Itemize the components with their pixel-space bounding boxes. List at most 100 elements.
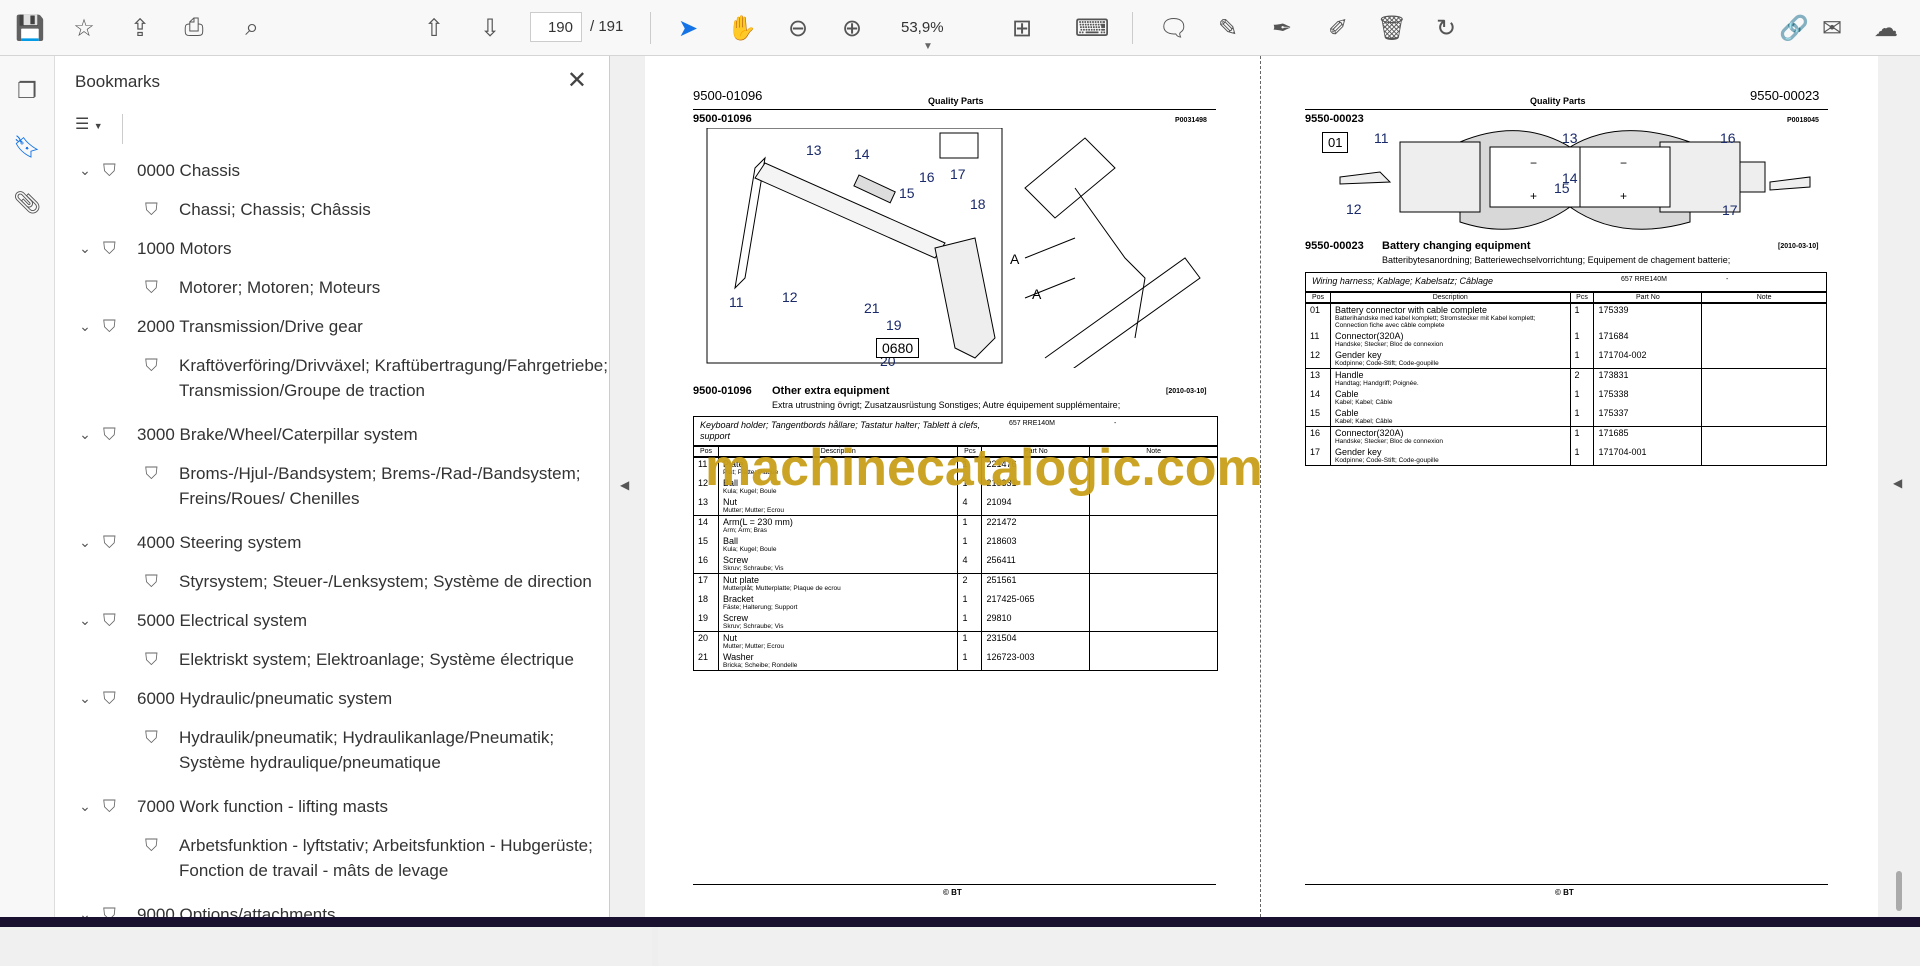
- scrollbar-thumb[interactable]: [1896, 871, 1902, 911]
- bookmark-item[interactable]: ⌄ ⛉ 6000 Hydraulic/pneumatic system: [75, 686, 587, 711]
- bookmark-item[interactable]: ⌄ ⛉ 3000 Brake/Wheel/Caterpillar system: [75, 422, 587, 447]
- description: Nut plate Mutterplåt; Mutterplatte; Plaqu…: [717, 573, 959, 593]
- callout: 12: [782, 289, 798, 305]
- callout: 11: [1374, 130, 1389, 146]
- upload-cloud-icon[interactable]: ⇪: [124, 12, 156, 44]
- bookmark-item[interactable]: ⌄ ⛉ 5000 Electrical system: [75, 608, 587, 633]
- highlight-pen-icon[interactable]: ✎: [1212, 12, 1244, 44]
- zoom-value: 53,9%: [901, 19, 944, 36]
- zoom-out-icon[interactable]: ⊖: [782, 12, 814, 44]
- pages-thumbnails-icon[interactable]: ❐: [10, 74, 44, 108]
- desc-main: Connector(320A): [1334, 331, 1404, 341]
- rotate-icon[interactable]: ↻: [1430, 12, 1462, 44]
- part-no: 171704-002: [1593, 349, 1703, 369]
- star-icon[interactable]: ☆: [68, 12, 100, 44]
- bookmark-flag-icon: ⛉: [103, 161, 116, 180]
- description: Washer Bricka; Scheibe; Rondelle: [717, 651, 959, 671]
- attachment-icon[interactable]: 📎︎: [10, 186, 44, 220]
- bookmark-item[interactable]: ⌄ ⛉ 2000 Transmission/Drive gear: [75, 314, 587, 339]
- bookmark-item[interactable]: ⛉ Motorer; Motoren; Moteurs: [145, 275, 619, 300]
- bookmark-options-button[interactable]: ☰ ▼: [75, 114, 123, 144]
- part-no: 175337: [1593, 407, 1703, 427]
- search-zoom-icon[interactable]: ⌕: [236, 12, 268, 44]
- chevron-down-icon[interactable]: ⌄: [75, 422, 95, 447]
- part-no: 29810: [981, 612, 1091, 632]
- note: [1701, 446, 1827, 466]
- hand-tool-icon[interactable]: ✋: [726, 12, 758, 44]
- bookmark-label: 1000 Motors: [137, 239, 232, 258]
- bookmark-item[interactable]: ⛉ Kraftöverföring/Drivväxel; Kraftübertra…: [145, 353, 619, 403]
- select-cursor-icon[interactable]: ➤: [672, 12, 704, 44]
- next-page-icon[interactable]: ⇩: [474, 12, 506, 44]
- desc-translations: Handtag; Handgriff; Poignée.: [1334, 380, 1419, 387]
- rule: [693, 109, 1216, 110]
- description: Nut Mutter; Mutter; Ecrou: [717, 496, 959, 516]
- bookmark-item[interactable]: ⛉ Styrsystem; Steuer-/Lenksystem; Système…: [145, 569, 619, 594]
- previous-page-icon[interactable]: ⇧: [418, 12, 450, 44]
- bookmark-item[interactable]: ⛉ Elektriskt system; Elektroanlage; Systè…: [145, 647, 619, 672]
- pcs: 4: [957, 554, 983, 574]
- desc-translations: Handske; Stecker; Bloc de connexion: [1334, 341, 1444, 348]
- description: Connector(320A) Handske; Stecker; Bloc de…: [1329, 426, 1571, 446]
- bookmark-label: 2000 Transmission/Drive gear: [137, 317, 363, 336]
- pcs: 1: [1569, 388, 1595, 407]
- table-row: 19 Screw Skruv; Schraube; Vis 1 29810: [693, 612, 1218, 632]
- chevron-down-icon: ▼: [923, 41, 933, 52]
- chevron-down-icon[interactable]: ⌄: [75, 158, 95, 183]
- delete-icon[interactable]: 🗑: [1376, 12, 1408, 44]
- bookmark-item[interactable]: ⛉ Broms-/Hjul-/Bandsystem; Brems-/Rad-/Ba…: [145, 461, 619, 511]
- collapse-panel-icon[interactable]: ◀: [620, 478, 629, 492]
- table-row: 14 Arm(L = 230 mm) Arm; Arm; Bras 1 22147…: [693, 515, 1218, 535]
- share-link-icon[interactable]: 🔗: [1778, 12, 1810, 44]
- bookmark-item[interactable]: ⌄ ⛉ 1000 Motors: [75, 236, 587, 261]
- header-title: Quality Parts: [928, 96, 984, 106]
- comment-icon[interactable]: 🗨: [1158, 12, 1190, 44]
- chevron-down-icon[interactable]: ⌄: [75, 236, 95, 261]
- desc-translations: Mutter; Mutter; Ecrou: [722, 507, 785, 514]
- close-icon[interactable]: ✕: [567, 66, 587, 95]
- bookmark-item[interactable]: ⛉ Chassi; Chassis; Châssis: [145, 197, 619, 222]
- bookmark-item[interactable]: ⌄ ⛉ 4000 Steering system: [75, 530, 587, 555]
- bookmark-flag-icon: ⛉: [145, 728, 158, 747]
- save-icon[interactable]: 💾: [14, 12, 46, 44]
- part-no: 221472: [981, 515, 1091, 535]
- page-total: / 191: [590, 18, 624, 35]
- zoom-in-icon[interactable]: ⊕: [836, 12, 868, 44]
- page-number-input[interactable]: 190: [530, 12, 582, 42]
- description: Arm(L = 230 mm) Arm; Arm; Bras: [717, 515, 959, 535]
- chevron-down-icon[interactable]: ⌄: [75, 530, 95, 555]
- part-no: 175338: [1593, 388, 1703, 407]
- edit-document-icon[interactable]: ✐: [1322, 12, 1354, 44]
- part-no: 171684: [1593, 330, 1703, 349]
- sign-icon[interactable]: ✒: [1266, 12, 1298, 44]
- keyboard-icon[interactable]: ⌨: [1075, 12, 1110, 44]
- chevron-down-icon[interactable]: ⌄: [75, 686, 95, 711]
- fit-page-icon[interactable]: ⊞: [1006, 12, 1038, 44]
- desc-main: Screw: [722, 613, 748, 623]
- panel-title: Bookmarks: [75, 72, 161, 91]
- bookmark-item[interactable]: ⛉ Hydraulik/pneumatik; Hydraulikanlage/Pn…: [145, 725, 619, 775]
- pos: 01: [1305, 302, 1331, 330]
- bookmark-icon[interactable]: 🔖︎: [10, 130, 44, 164]
- vertical-scrollbar[interactable]: ◀: [1878, 56, 1920, 917]
- column-header: Part No: [1593, 292, 1703, 304]
- chevron-down-icon[interactable]: ⌄: [75, 608, 95, 633]
- expand-panel-icon[interactable]: ◀: [1893, 476, 1902, 490]
- section-title: Other extra equipment: [772, 385, 890, 397]
- part-no: 218603: [981, 535, 1091, 554]
- cloud-icon[interactable]: ☁: [1870, 12, 1902, 44]
- bookmark-flag-icon: ⛉: [103, 533, 116, 552]
- email-icon[interactable]: ✉: [1816, 12, 1848, 44]
- description: Connector(320A) Handske; Stecker; Bloc de…: [1329, 330, 1571, 349]
- bookmark-item[interactable]: ⛉ Arbetsfunktion - lyftstativ; Arbeitsfun…: [145, 833, 619, 883]
- print-icon[interactable]: ⎙: [178, 12, 210, 44]
- pcs: 1: [1569, 446, 1595, 466]
- pos: 20: [693, 631, 719, 651]
- pcs: 1: [957, 651, 983, 671]
- chevron-down-icon[interactable]: ⌄: [75, 794, 95, 819]
- chevron-down-icon[interactable]: ⌄: [75, 314, 95, 339]
- bookmark-item[interactable]: ⌄ ⛉ 0000 Chassis: [75, 158, 587, 183]
- zoom-dropdown[interactable]: 53,9% ▼: [893, 12, 983, 52]
- bookmark-item[interactable]: ⌄ ⛉ 7000 Work function - lifting masts: [75, 794, 587, 819]
- desc-main: Nut: [722, 497, 737, 507]
